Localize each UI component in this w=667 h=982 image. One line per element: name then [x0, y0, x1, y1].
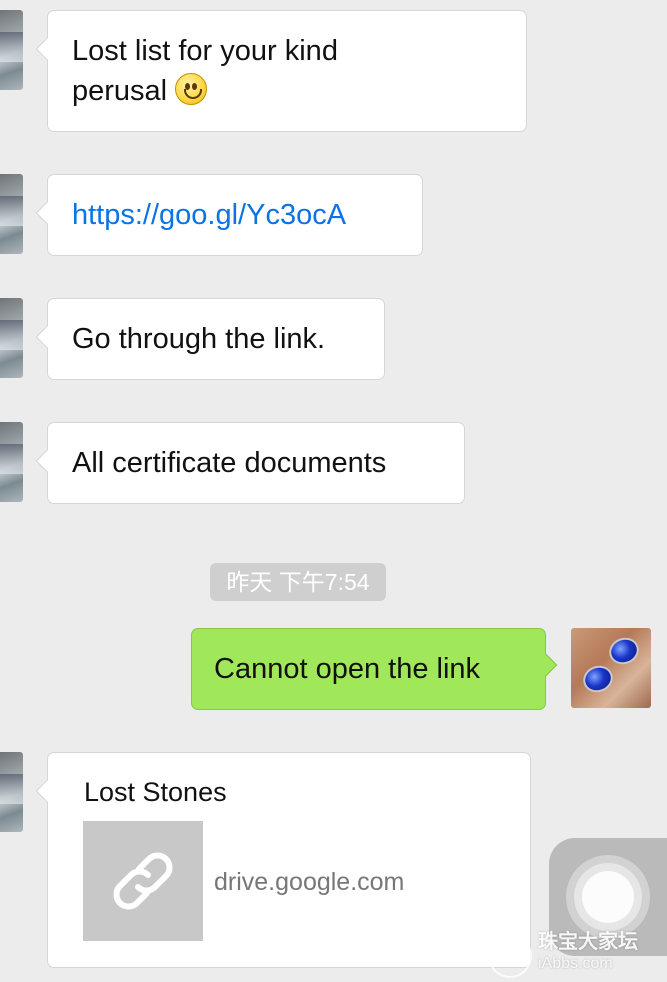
- link-card[interactable]: Lost Stones drive.google.com: [47, 752, 531, 968]
- message-bubble-1[interactable]: Lost list for your kind perusal: [47, 10, 527, 132]
- link-card-thumbnail: [83, 821, 203, 941]
- message-4-text: All certificate documents: [72, 447, 387, 479]
- sapphire-gem: [579, 661, 617, 697]
- contact-avatar[interactable]: [0, 752, 23, 832]
- sent-message-bubble[interactable]: Cannot open the link: [191, 628, 546, 710]
- smile-emoji-icon: [175, 73, 208, 105]
- message-3-text: Go through the link.: [72, 323, 326, 355]
- link-card-domain: drive.google.com: [214, 868, 405, 896]
- message-1-line-2-row: perusal: [72, 71, 550, 111]
- contact-avatar[interactable]: [0, 174, 23, 254]
- message-bubble-4[interactable]: All certificate documents: [47, 422, 465, 504]
- message-bubble-2[interactable]: https://goo.gl/Yc3ocA: [47, 174, 423, 256]
- watermark-url: iAbbs.com: [538, 955, 613, 972]
- contact-avatar[interactable]: [0, 10, 23, 90]
- message-bubble-3[interactable]: Go through the link.: [47, 298, 385, 380]
- my-avatar[interactable]: [571, 628, 651, 708]
- watermark: 珠宝大家坛 iAbbs.com: [482, 926, 667, 980]
- contact-avatar[interactable]: [0, 298, 23, 378]
- contact-avatar[interactable]: [0, 422, 23, 502]
- link-card-title: Lost Stones: [84, 777, 227, 807]
- message-timestamp: 昨天 下午7:54: [210, 563, 386, 601]
- watermark-name: 珠宝大家坛: [538, 931, 638, 953]
- watermark-logo-icon: [488, 934, 532, 978]
- sapphire-gem: [605, 633, 643, 669]
- message-1-line-1: Lost list for your kind: [72, 35, 338, 67]
- message-link[interactable]: https://goo.gl/Yc3ocA: [72, 195, 446, 235]
- message-1-line-2: perusal: [72, 75, 168, 107]
- sent-message-text: Cannot open the link: [214, 653, 481, 685]
- link-icon: [113, 852, 173, 910]
